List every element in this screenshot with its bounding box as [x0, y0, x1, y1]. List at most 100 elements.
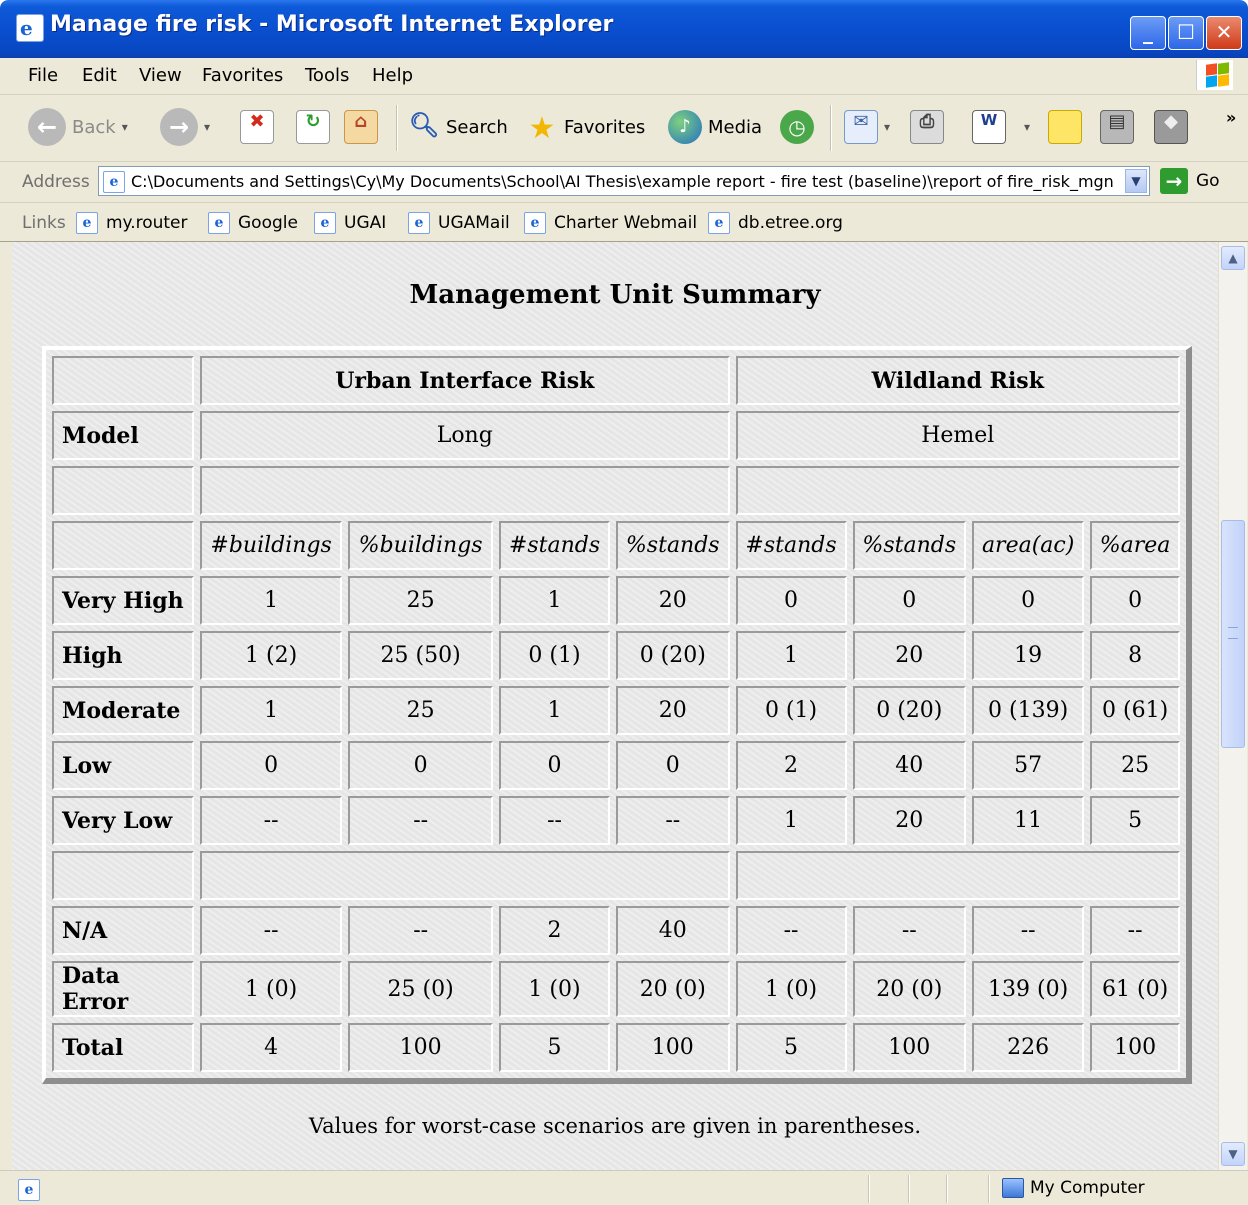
messenger-button[interactable]: ▤ — [1100, 105, 1134, 149]
back-dropdown-icon[interactable]: ▾ — [122, 120, 128, 134]
refresh-icon: ↻ — [296, 110, 330, 144]
menu-view[interactable]: View — [139, 65, 182, 86]
go-button[interactable]: → Go — [1160, 168, 1220, 194]
link-label: Charter Webmail — [554, 213, 698, 233]
subheader-cell: area(ac) — [972, 521, 1085, 570]
go-arrow-icon: → — [1160, 168, 1188, 194]
table-cell: 0 (20) — [616, 631, 730, 680]
media-label: Media — [708, 116, 763, 138]
links-bar: Links e my.router e Google e UGAI e UGAMail … — [0, 203, 1248, 242]
toolbar-overflow-icon[interactable]: » — [1226, 95, 1236, 139]
address-input[interactable]: e C:\Documents and Settings\Cy\My Docume… — [98, 166, 1150, 196]
link-db-etree[interactable]: e db.etree.org — [708, 212, 843, 234]
empty-cell — [200, 466, 730, 515]
table-cell: 20 — [852, 796, 967, 845]
forward-dropdown-icon[interactable]: ▾ — [204, 120, 210, 134]
table-cell: 2 — [735, 741, 847, 790]
edit-dropdown-icon[interactable]: ▾ — [1024, 120, 1030, 134]
link-ugai[interactable]: e UGAI — [314, 212, 386, 234]
toolbar-separator — [396, 105, 398, 151]
table-cell: 1 (0) — [735, 961, 847, 1017]
menu-bar: File Edit View Favorites Tools Help — [0, 58, 1248, 95]
table-cell: 0 — [499, 741, 610, 790]
menu-tools[interactable]: Tools — [305, 65, 349, 86]
table-cell: -- — [348, 906, 494, 955]
empty-cell — [52, 521, 194, 570]
menu-favorites[interactable]: Favorites — [202, 65, 283, 86]
history-button[interactable]: ◷ — [780, 105, 814, 149]
discuss-button[interactable] — [1048, 105, 1082, 149]
menu-edit[interactable]: Edit — [82, 65, 117, 86]
table-row: Data Error 1 (0) 25 (0) 1 (0) 20 (0) 1 (… — [52, 961, 1180, 1017]
table-cell: 11 — [972, 796, 1085, 845]
link-ugamail[interactable]: e UGAMail — [408, 212, 510, 234]
scroll-thumb[interactable] — [1221, 520, 1245, 748]
row-header: Very High — [52, 576, 194, 625]
maximize-icon: ☐ — [1177, 20, 1195, 44]
table-cell: -- — [1090, 906, 1180, 955]
stop-button[interactable]: ✖ — [240, 105, 274, 149]
subheader-cell: %stands — [852, 521, 967, 570]
minimize-button[interactable]: _ — [1130, 16, 1166, 50]
table-cell: 25 (50) — [348, 631, 494, 680]
model-urban: Long — [200, 411, 730, 460]
group-header-urban: Urban Interface Risk — [200, 356, 730, 405]
word-icon: W — [972, 110, 1006, 144]
table-cell: 0 — [616, 741, 730, 790]
group-header-wildland: Wildland Risk — [735, 356, 1180, 405]
table-row: N/A -- -- 2 40 -- -- -- -- — [52, 906, 1180, 955]
windows-logo-icon — [1196, 60, 1233, 90]
subheader-cell: %stands — [616, 521, 730, 570]
address-text[interactable]: C:\Documents and Settings\Cy\My Document… — [131, 172, 1121, 191]
subheader-cell: %area — [1090, 521, 1180, 570]
subheader-cell: #stands — [499, 521, 610, 570]
close-button[interactable]: ✕ — [1206, 16, 1242, 50]
table-cell: 1 — [200, 686, 343, 735]
refresh-button[interactable]: ↻ — [296, 105, 330, 149]
forward-button[interactable]: → ▾ — [160, 105, 210, 149]
table-row: Total 4 100 5 100 5 100 226 100 — [52, 1023, 1180, 1072]
table-cell: -- — [972, 906, 1085, 955]
search-button[interactable]: 🔍︎ Search — [408, 105, 508, 149]
table-cell: 25 — [348, 686, 494, 735]
menu-help[interactable]: Help — [372, 65, 413, 86]
table-cell: 5 — [735, 1023, 847, 1072]
scroll-down-icon[interactable]: ▼ — [1221, 1142, 1245, 1166]
search-icon: 🔍︎ — [408, 111, 440, 139]
mail-dropdown-icon[interactable]: ▾ — [884, 120, 890, 134]
table-cell: 0 (1) — [735, 686, 847, 735]
research-button[interactable]: ◆ — [1154, 105, 1188, 149]
address-dropdown-icon[interactable]: ▼ — [1125, 169, 1147, 193]
link-charter-webmail[interactable]: e Charter Webmail — [524, 212, 697, 234]
ie-page-icon: e — [76, 212, 98, 234]
table-cell: 1 (0) — [499, 961, 610, 1017]
table-cell: 20 (0) — [616, 961, 730, 1017]
back-button[interactable]: ← Back ▾ — [28, 105, 128, 149]
table-cell: 20 — [616, 686, 730, 735]
link-label: db.etree.org — [738, 213, 843, 233]
menu-file[interactable]: File — [28, 65, 58, 86]
link-google[interactable]: e Google — [208, 212, 298, 234]
table-cell: 0 — [1090, 576, 1180, 625]
favorites-button[interactable]: ★ Favorites — [526, 105, 646, 149]
vertical-scrollbar[interactable]: ▲ ▼ — [1218, 242, 1247, 1170]
maximize-button[interactable]: ☐ — [1168, 16, 1204, 50]
table-cell: -- — [200, 796, 343, 845]
table-cell: 57 — [972, 741, 1085, 790]
scroll-up-icon[interactable]: ▲ — [1221, 246, 1245, 270]
title-bar[interactable]: e Manage fire risk - Microsoft Internet … — [0, 0, 1248, 58]
edit-button[interactable]: W ▾ — [972, 105, 1030, 149]
home-button[interactable]: ⌂ — [344, 105, 378, 149]
print-button[interactable]: ⎙ — [910, 105, 944, 149]
mail-button[interactable]: ✉ ▾ — [844, 105, 890, 149]
search-label: Search — [446, 116, 508, 138]
media-button[interactable]: ♪ Media — [668, 105, 762, 149]
footnote: Values for worst-case scenarios are give… — [308, 1114, 922, 1138]
row-header: Low — [52, 741, 194, 790]
table-cell: 0 — [852, 576, 967, 625]
standard-toolbar: ← Back ▾ → ▾ ✖ ↻ ⌂ 🔍︎ Search ★ Favorites… — [0, 95, 1248, 162]
close-icon: ✕ — [1215, 20, 1233, 44]
table-cell: -- — [852, 906, 967, 955]
link-my-router[interactable]: e my.router — [76, 212, 188, 234]
table-cell: 1 — [735, 631, 847, 680]
